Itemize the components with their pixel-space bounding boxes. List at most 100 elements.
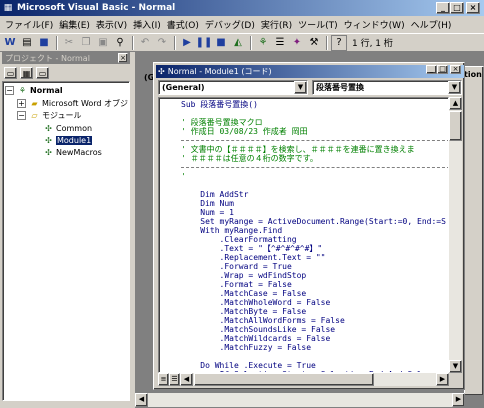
menu-bar: ファイル(F) 編集(E) 表示(V) 挿入(I) 書式(O) デバッグ(D) 実行(R) ツ… xyxy=(0,16,484,33)
scroll-right-icon[interactable]: ▶ xyxy=(436,373,449,386)
minimize-button[interactable]: _ xyxy=(436,2,450,14)
scroll-right-icon[interactable]: ▶ xyxy=(452,393,465,407)
chevron-down-icon[interactable]: ▼ xyxy=(448,81,461,94)
tree-node-normal[interactable]: − ⚘ Normal xyxy=(5,84,63,96)
code-comment-line: ' ＃＃＃＃は任意の４桁の数字です。 xyxy=(181,154,318,163)
tree-node-newmacros[interactable]: ✣ NewMacros xyxy=(43,146,102,158)
code-line: .MatchWholeWord = False xyxy=(181,298,331,307)
scroll-thumb[interactable] xyxy=(449,111,462,141)
code-line: Do While .Execute = True xyxy=(181,361,316,370)
horizontal-scrollbar[interactable]: ≡ ☰ ◀ ▶ xyxy=(158,373,449,386)
procedure-separator xyxy=(181,140,448,141)
menu-item[interactable]: ファイル(F) xyxy=(2,18,56,31)
code-minimize-button[interactable]: _ xyxy=(426,65,437,74)
background-window-edge xyxy=(464,66,484,396)
menu-item[interactable]: 書式(O) xyxy=(164,18,202,31)
procedure-combo[interactable]: 段落番号置換 ▼ xyxy=(312,80,462,95)
scroll-left-icon[interactable]: ◀ xyxy=(135,393,148,407)
code-maximize-button[interactable]: □ xyxy=(437,65,448,74)
code-window[interactable]: ✣ Normal - Module1 (コード) _ □ × (General)… xyxy=(153,62,465,390)
scroll-down-icon[interactable]: ▼ xyxy=(449,360,462,373)
code-line: .Replacement.Text = "" xyxy=(181,253,326,262)
folder-open-icon: ▱ xyxy=(31,110,38,120)
scroll-left-icon[interactable]: ◀ xyxy=(180,373,193,386)
code-comment-line: ' 文書中の【＃＃＃＃】を検索し、＃＃＃＃を連番に置き換えま xyxy=(181,145,415,154)
tree-node-word-objects[interactable]: + ▰ Microsoft Word オブジェクト xyxy=(17,97,129,109)
code-line: .MatchByte = False xyxy=(181,307,307,316)
design-mode-icon[interactable]: ◭ xyxy=(230,35,246,51)
menu-item[interactable]: デバッグ(D) xyxy=(202,18,258,31)
properties-icon[interactable]: ☰ xyxy=(272,35,288,51)
tree-node-module1[interactable]: ✣ Module1 xyxy=(43,134,93,146)
code-close-button[interactable]: × xyxy=(450,65,461,74)
code-line: Num = 1 xyxy=(181,208,234,217)
undo-icon[interactable]: ↶ xyxy=(137,35,153,51)
toggle-folders-icon[interactable]: ▭ xyxy=(36,67,49,79)
cut-icon[interactable]: ✂ xyxy=(61,35,77,51)
code-comment-line: ' 作成日 03/08/23 作成者 岡田 xyxy=(181,127,308,136)
reset-icon[interactable]: ■ xyxy=(213,35,229,51)
object-browser-icon[interactable]: ✦ xyxy=(289,35,305,51)
tree-node-modules[interactable]: − ▱ モジュール xyxy=(17,109,81,121)
paste-icon[interactable]: ▣ xyxy=(95,35,111,51)
menu-item[interactable]: 編集(E) xyxy=(56,18,93,31)
chevron-down-icon[interactable]: ▼ xyxy=(294,81,307,94)
app-titlebar: ▦ Microsoft Visual Basic - Normal xyxy=(0,0,484,16)
module-icon: ✣ xyxy=(45,147,52,157)
project-icon: ⚘ xyxy=(18,85,27,95)
code-line: Set myRange = ActiveDocument.Range(Start… xyxy=(181,217,446,226)
redo-icon[interactable]: ↷ xyxy=(154,35,170,51)
view-object-icon[interactable]: ▦ xyxy=(20,67,33,79)
tree-node-common[interactable]: ✣ Common xyxy=(43,122,92,134)
menu-item[interactable]: ウィンドウ(W) xyxy=(341,18,408,31)
menu-item[interactable]: ツール(T) xyxy=(295,18,341,31)
run-icon[interactable]: ▶ xyxy=(179,35,195,51)
vertical-scrollbar[interactable]: ▲ ▼ xyxy=(449,97,462,373)
code-editor[interactable]: Sub 段落番号置換() ' 段落番号置換マクロ ' 作成日 03/08/23 作成… xyxy=(158,97,449,373)
code-window-titlebar: ✣ Normal - Module1 (コード) xyxy=(156,65,464,78)
scroll-up-icon[interactable]: ▲ xyxy=(449,97,462,110)
vba-icon: ▦ xyxy=(3,3,13,13)
menu-item[interactable]: 実行(R) xyxy=(258,18,295,31)
find-icon[interactable]: ⚲ xyxy=(112,35,128,51)
menu-item[interactable]: 表示(V) xyxy=(93,18,130,31)
object-combo[interactable]: (General) ▼ xyxy=(158,80,308,95)
toolbox-icon[interactable]: ⚒ xyxy=(306,35,322,51)
procedure-separator xyxy=(181,167,448,168)
insert-module-icon[interactable]: ▤ xyxy=(19,35,35,51)
view-code-icon[interactable]: ▭ xyxy=(4,67,17,79)
break-icon[interactable]: ❚❚ xyxy=(196,35,213,51)
app-title: Microsoft Visual Basic - Normal xyxy=(17,3,176,13)
module-icon: ✣ xyxy=(158,67,165,76)
full-module-view-icon[interactable]: ☰ xyxy=(169,373,180,386)
view-word-icon[interactable]: W xyxy=(2,35,18,51)
menu-item[interactable]: 挿入(I) xyxy=(130,18,164,31)
code-line: .MatchFuzzy = False xyxy=(181,343,312,352)
procedure-view-icon[interactable]: ≡ xyxy=(158,373,169,386)
collapse-icon[interactable]: − xyxy=(5,85,14,95)
close-icon[interactable]: × xyxy=(118,53,128,63)
collapse-icon[interactable]: − xyxy=(17,110,26,120)
code-line: Dim AddStr xyxy=(181,190,249,199)
project-tree: − ⚘ Normal + ▰ Microsoft Word オブジェクト − ▱… xyxy=(2,81,130,401)
maximize-button[interactable]: □ xyxy=(450,2,464,14)
code-comment-line: ' xyxy=(181,172,186,181)
folder-icon: ▰ xyxy=(31,98,38,108)
scroll-thumb[interactable] xyxy=(194,373,374,386)
project-toolbar: ▭ ▦ ▭ xyxy=(2,65,130,81)
code-line: .Format = False xyxy=(181,280,292,289)
copy-icon[interactable]: ❐ xyxy=(78,35,94,51)
expand-icon[interactable]: + xyxy=(17,98,26,108)
help-icon[interactable]: ? xyxy=(331,34,347,51)
close-button[interactable]: × xyxy=(466,2,480,14)
mdi-horizontal-scrollbar[interactable]: ◀ ▶ xyxy=(135,393,465,407)
menu-item[interactable]: ヘルプ(H) xyxy=(408,18,455,31)
code-line: .Text = "【^#^#^#^#】" xyxy=(181,244,323,253)
code-line: .MatchCase = False xyxy=(181,289,307,298)
project-panel-title: プロジェクト - Normal × xyxy=(2,52,130,64)
code-line: .Wrap = wdFindStop xyxy=(181,271,307,280)
save-icon[interactable]: ■ xyxy=(36,35,52,51)
code-line: .Forward = True xyxy=(181,262,292,271)
project-explorer-icon[interactable]: ⚘ xyxy=(255,35,271,51)
size-grip[interactable] xyxy=(449,373,462,386)
